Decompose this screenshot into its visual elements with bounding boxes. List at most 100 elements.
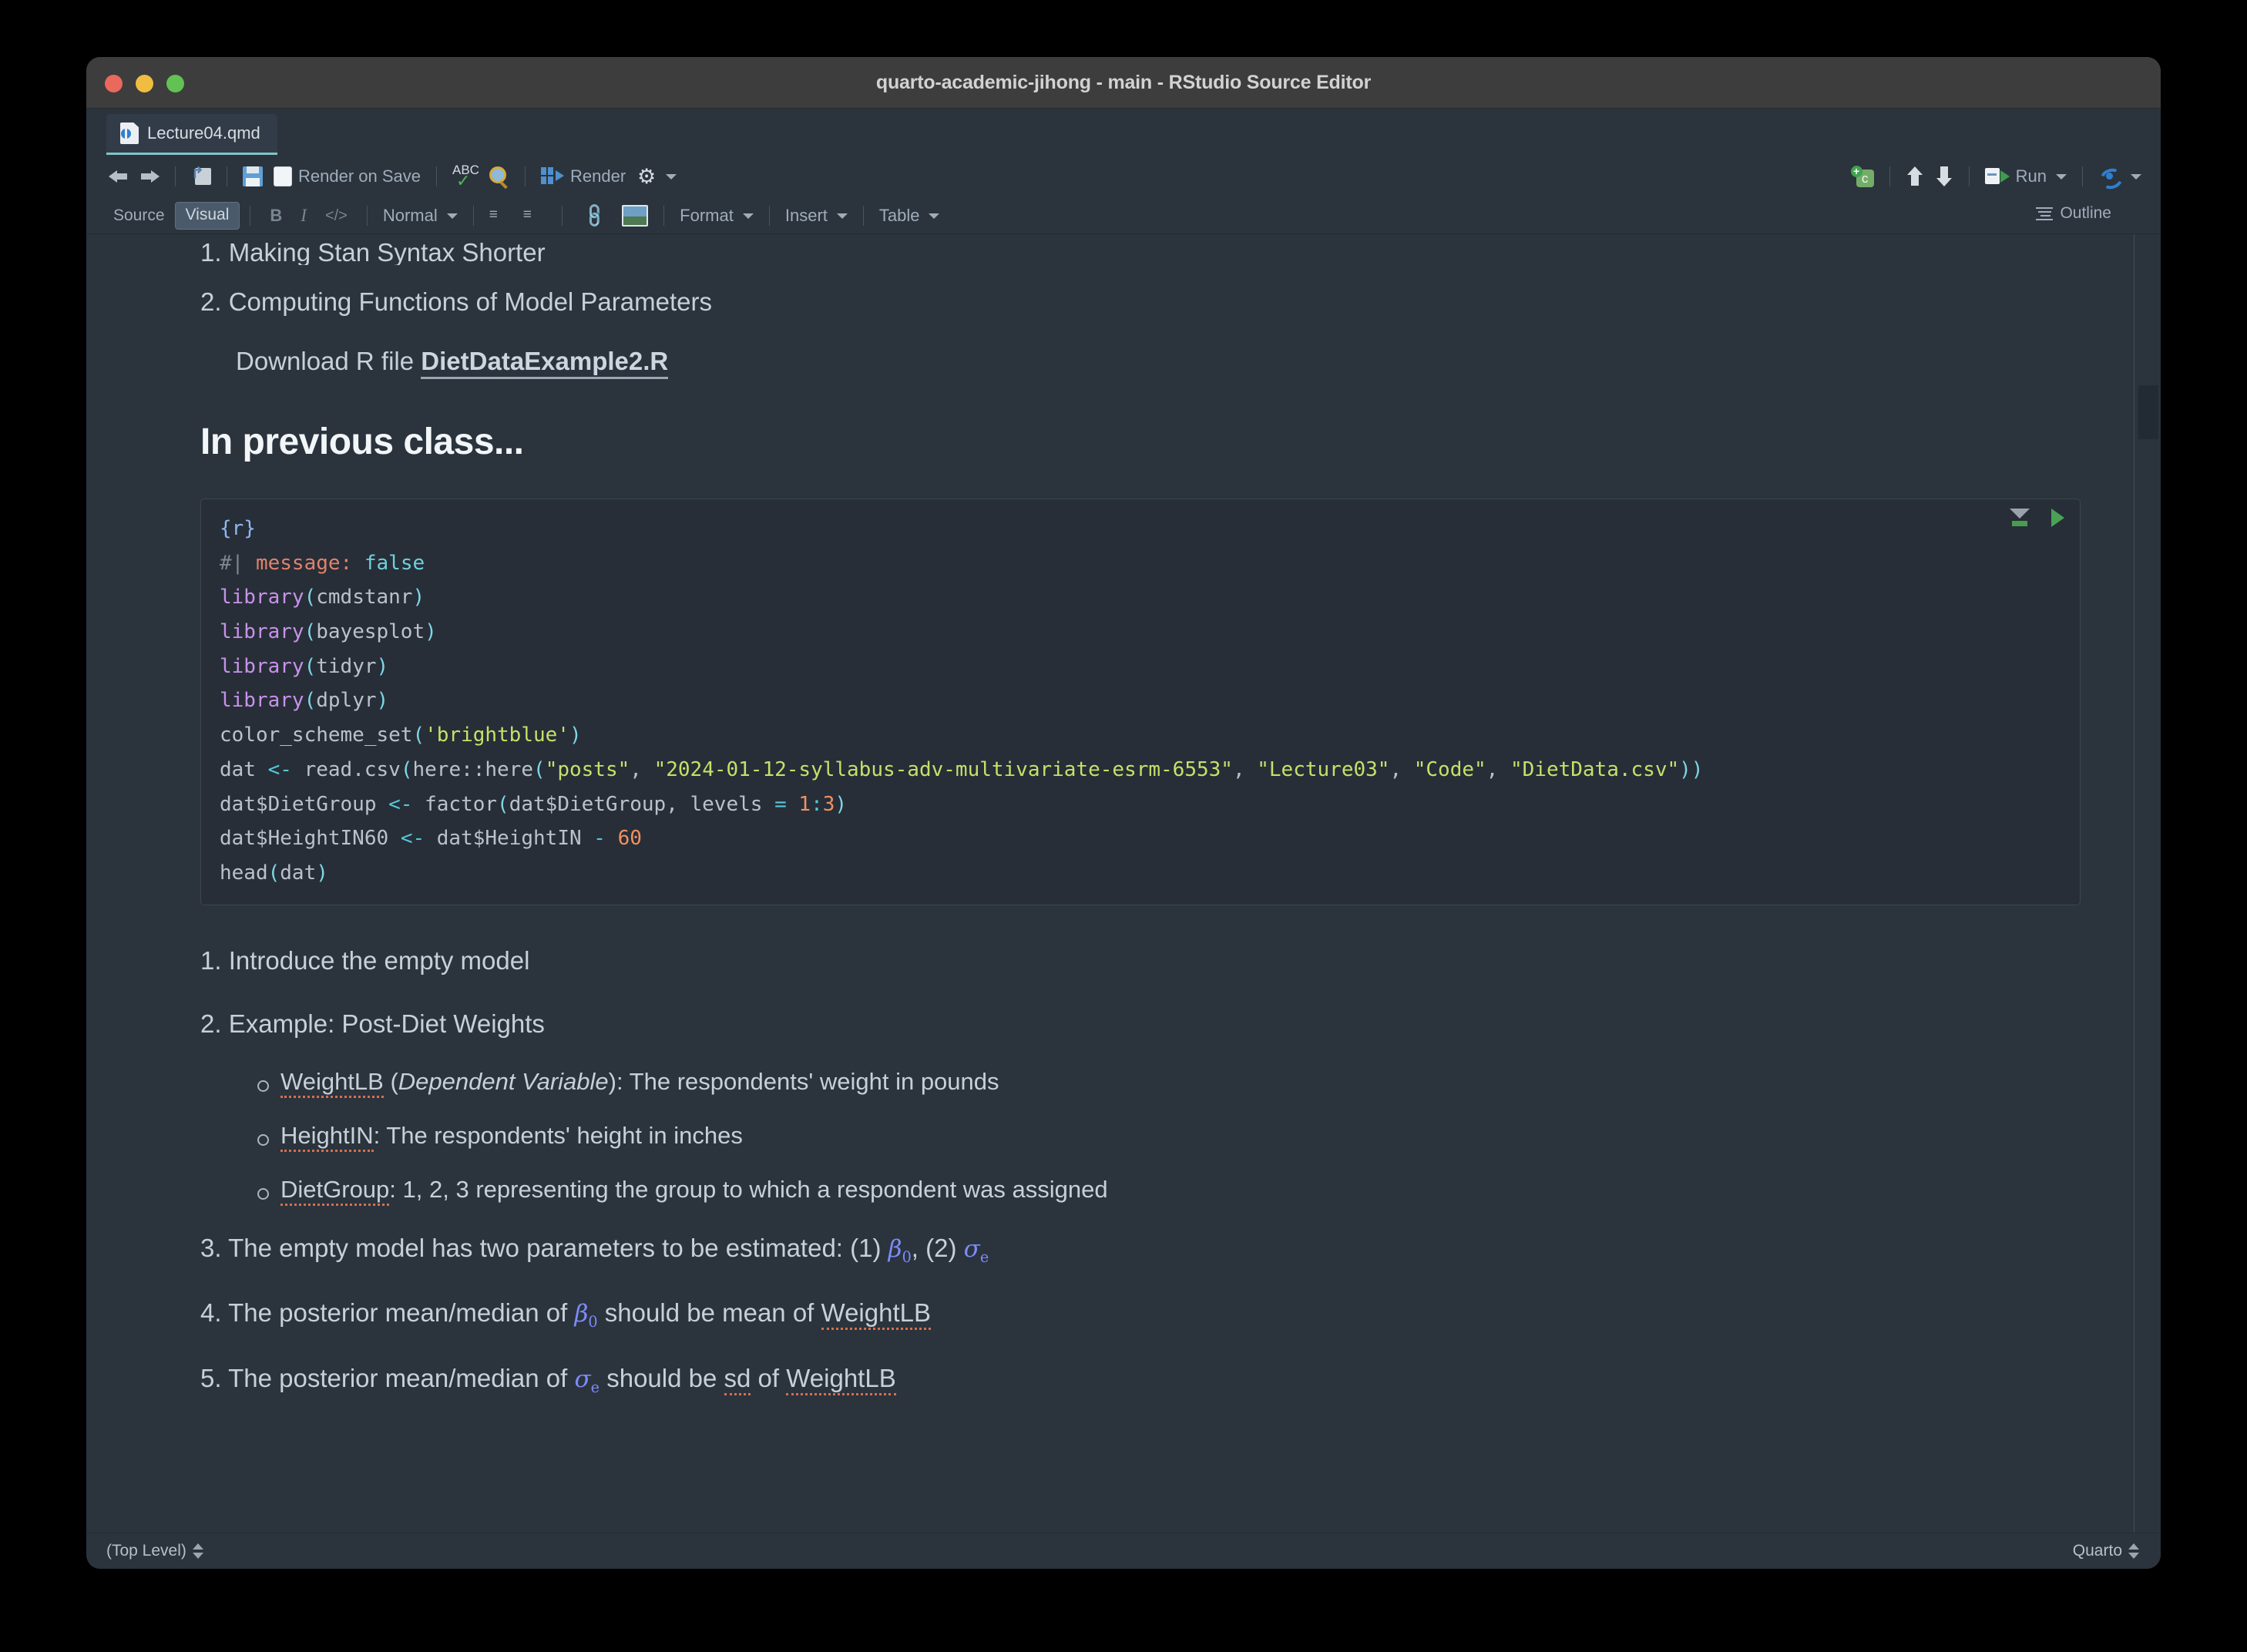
sublist-item-dietgroup: DietGroup: 1, 2, 3 representing the grou… [254, 1176, 2081, 1207]
check-mark: ✓ [456, 171, 471, 190]
toolbar-separator [768, 206, 770, 226]
list-item-empty-model-parameters: 3. The empty model has two parameters to… [200, 1230, 2081, 1268]
toolbar-separator [862, 206, 864, 226]
gear-icon: ⚙ [637, 165, 657, 188]
save-icon [243, 166, 263, 186]
list-text: Introduce the empty model [228, 945, 530, 975]
sublist-item-heightin: HeightIN: The respondents' height in inc… [254, 1122, 2081, 1153]
editor-tab-strip: Lecture04.qmd [86, 109, 2161, 155]
doc-type-label: Quarto [2072, 1542, 2122, 1560]
rstudio-source-editor-window: quarto-academic-jihong - main - RStudio … [86, 57, 2161, 1569]
resume-icon [2097, 165, 2126, 193]
download-link-dietdataexample2[interactable]: DietDataExample2.R [421, 346, 669, 379]
previous-chunk-button[interactable] [1900, 161, 1930, 192]
code-chunk-r[interactable]: {r} #| message: false library(cmdstanr) … [200, 498, 2081, 905]
chevron-down-icon [929, 213, 940, 219]
item3-prefix: 3. The empty model has two parameters to… [200, 1234, 888, 1263]
spellcheck-icon: ABC ✓ [452, 163, 479, 190]
term-heightin: HeightIN [280, 1122, 374, 1153]
forward-button[interactable] [134, 161, 165, 192]
numbered-list-button[interactable]: ≡ [518, 200, 552, 231]
block-format-label: Normal [382, 206, 438, 225]
save-button[interactable] [237, 161, 268, 192]
spellcheck-button[interactable]: ABC ✓ [447, 161, 482, 192]
run-icon [1984, 167, 2010, 186]
popout-icon [191, 163, 211, 186]
document-content[interactable]: 1. Making Stan Syntax Shorter 2. Computi… [86, 234, 2134, 1533]
run-button[interactable]: Run [1980, 161, 2072, 192]
image-icon [622, 205, 649, 227]
list-number: 1. [200, 945, 222, 975]
toolbar-separator [663, 206, 665, 226]
run-all-chunks-above-icon[interactable] [2008, 508, 2031, 527]
item4-prefix: 4. The posterior mean/median of [200, 1298, 575, 1328]
toolbar-separator [525, 166, 526, 186]
list-item-making-stan-syntax-shorter: 1. Making Stan Syntax Shorter [200, 239, 546, 265]
run-current-chunk-icon[interactable] [2051, 508, 2064, 527]
rerun-button[interactable] [2093, 161, 2147, 193]
sublist-text: The respondents' height in inches [386, 1122, 743, 1150]
table-menu-button[interactable]: Table [874, 200, 945, 231]
new-chunk-icon: c + [1850, 166, 1874, 187]
sublist-item-weightlb: WeightLB (Dependent Variable): The respo… [254, 1068, 2081, 1099]
item5-prefix: 5. The posterior mean/median of [200, 1363, 575, 1392]
toolbar-separator [472, 206, 474, 226]
insert-link-button[interactable]: 🔗 [573, 200, 616, 231]
mode-visual-button[interactable]: Visual [174, 202, 240, 230]
document-type-selector[interactable]: Quarto [2073, 1542, 2139, 1560]
dependent-variable-emphasis: Dependent Variable [398, 1068, 609, 1096]
quarto-document-icon [120, 123, 139, 144]
link-icon: 🔗 [579, 201, 609, 230]
tab-lecture04-qmd[interactable]: Lecture04.qmd [106, 114, 277, 155]
code-chunk-text[interactable]: {r} #| message: false library(cmdstanr) … [201, 512, 2080, 891]
insert-chunk-button[interactable]: c + [1846, 161, 1879, 192]
window-title: quarto-academic-jihong - main - RStudio … [875, 72, 1372, 93]
find-replace-button[interactable] [482, 161, 515, 192]
doc-type-stepper-icon [2128, 1543, 2139, 1560]
toolbar-separator [1968, 166, 1970, 186]
render-on-save-checkbox[interactable]: Render on Save [268, 161, 426, 192]
show-in-new-window-button[interactable] [186, 161, 217, 192]
insert-menu-button[interactable]: Insert [780, 200, 853, 231]
bullet-list-button[interactable]: ≡ [484, 200, 518, 231]
term-dietgroup: DietGroup [280, 1176, 390, 1207]
outline-toggle-button[interactable]: Outline [2036, 204, 2111, 223]
list-number: 2. [200, 1009, 222, 1038]
inline-code-button[interactable]: </> [316, 207, 357, 225]
insert-image-button[interactable] [616, 200, 653, 231]
next-chunk-button[interactable] [1930, 161, 1959, 192]
format-menu-button[interactable]: Format [674, 200, 759, 231]
item3-middle: , (2) [911, 1234, 964, 1263]
download-prefix: Download R file [236, 346, 415, 375]
window-titlebar: quarto-academic-jihong - main - RStudio … [86, 57, 2161, 109]
term-weightlb: WeightLB [821, 1298, 931, 1331]
bold-button[interactable]: B [260, 206, 291, 226]
checkbox-box [274, 166, 292, 186]
scope-selector[interactable]: (Top Level) [106, 1542, 203, 1560]
list-item-posterior-beta: 4. The posterior mean/median of β0 shoul… [200, 1294, 2081, 1333]
magnifier-icon [488, 166, 509, 187]
list-item-computing-functions: 2. Computing Functions of Model Paramete… [200, 287, 712, 316]
scope-label: (Top Level) [106, 1542, 186, 1560]
forward-arrow-icon [139, 168, 160, 185]
render-button[interactable]: Render [536, 161, 631, 192]
list-item-introduce-empty-model: 1. Introduce the empty model [200, 942, 2081, 979]
run-label: Run [2015, 166, 2047, 186]
block-format-dropdown[interactable]: Normal [378, 200, 463, 231]
math-sigma-e: σe [963, 1235, 989, 1267]
up-arrow-icon [1906, 166, 1924, 186]
scrollbar-thumb[interactable] [2138, 385, 2158, 439]
visual-editor-body[interactable]: 1. Making Stan Syntax Shorter 2. Computi… [86, 234, 2161, 1533]
chunk-toolbar [2008, 508, 2064, 527]
italic-button[interactable]: I [291, 206, 316, 226]
render-settings-button[interactable]: ⚙ [631, 161, 682, 192]
list-text: Example: Post-Diet Weights [228, 1009, 545, 1038]
back-arrow-icon [109, 168, 129, 185]
toolbar-separator [561, 206, 563, 226]
toolbar-separator [1889, 166, 1890, 186]
mode-source-button[interactable]: Source [103, 203, 175, 229]
toolbar-separator [2082, 166, 2083, 186]
back-button[interactable] [103, 161, 134, 192]
download-r-file-line: Download R file DietDataExample2.R [236, 346, 2081, 379]
editor-vertical-scrollbar[interactable] [2134, 234, 2161, 1533]
